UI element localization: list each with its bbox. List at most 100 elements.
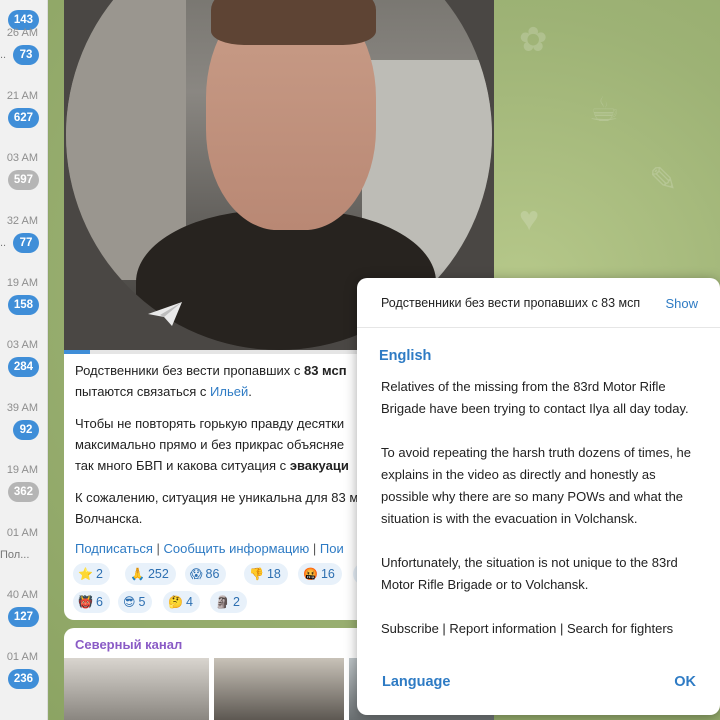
message-text-span: максимально прямо и без прикрас объясняе <box>75 437 345 452</box>
translation-popup: Родственники без вести пропавших с 83 мс… <box>357 278 720 715</box>
message-text-span: . <box>248 384 252 399</box>
doodle-icon: ✎ <box>649 161 678 199</box>
media-thumbnail[interactable] <box>64 658 209 720</box>
chat-time: 01 AM <box>6 527 38 539</box>
search-link[interactable]: Пои <box>320 541 344 556</box>
chat-preview: Пол... <box>0 549 30 561</box>
chat-time: 21 AM <box>6 90 38 102</box>
chat-list-item[interactable]: 19 AM 158 <box>0 277 47 339</box>
chat-list: 143 26 AM.. 73 21 AM 627 03 AM 597 32 AM.. 77 19 … <box>0 0 48 720</box>
ok-button[interactable]: OK <box>674 674 696 690</box>
chat-list-item[interactable]: 19 AM 362 <box>0 464 47 526</box>
translated-paragraph: To avoid repeating the harsh truth dozen… <box>381 445 692 526</box>
message-text-span: пытаются связаться с <box>75 384 211 399</box>
doodle-icon: ☕ <box>589 91 620 129</box>
unread-badge: 92 <box>13 420 39 440</box>
chat-time: 03 AM <box>6 339 38 351</box>
reaction-chip[interactable]: 😱 86 <box>185 563 227 585</box>
chat-time: 32 AM <box>6 215 38 227</box>
translated-links: Subscribe | Report information | Search … <box>381 621 674 636</box>
reaction-emoji-icon: 👹 <box>78 595 93 609</box>
chat-preview: .. <box>0 49 7 61</box>
unread-badge: 73 <box>13 45 39 65</box>
reaction-count: 18 <box>266 567 281 581</box>
chat-time: 03 AM <box>6 152 38 164</box>
message-text-span: Родственники без вести пропавших с <box>75 363 304 378</box>
target-language-label: English <box>379 348 432 364</box>
chat-time: 26 AM <box>6 27 38 39</box>
reaction-chip[interactable]: 🙏 252 <box>125 563 176 585</box>
chat-list-item[interactable]: 03 AM 597 <box>0 152 47 214</box>
subscribe-link[interactable]: Подписаться <box>75 541 153 556</box>
unread-badge: 627 <box>7 108 39 128</box>
reaction-emoji-icon: 😱 <box>190 567 203 581</box>
unread-badge: 77 <box>13 233 39 253</box>
video-progress-fill <box>64 350 90 354</box>
reaction-chip[interactable]: 😎 5 <box>118 591 153 613</box>
unread-badge: 362 <box>7 482 39 502</box>
media-thumbnail[interactable] <box>214 658 344 720</box>
translated-paragraph: Unfortunately, the situation is not uniq… <box>381 555 678 592</box>
reaction-count: 86 <box>205 567 220 581</box>
chat-time: 19 AM <box>6 277 38 289</box>
unread-badge: 284 <box>7 357 39 377</box>
translated-text: Relatives of the missing from the 83rd M… <box>381 376 706 662</box>
reaction-emoji-icon: ⭐ <box>78 567 93 581</box>
chat-list-item[interactable]: 26 AM.. 73 <box>0 27 47 89</box>
reaction-count: 2 <box>95 567 103 581</box>
language-button[interactable]: Language <box>382 674 450 690</box>
reaction-chip[interactable]: 🤔 4 <box>163 591 200 613</box>
message-bold-span: 83 мсп <box>303 363 347 378</box>
message-links: Подписаться | Сообщить информацию | Пои <box>75 541 344 556</box>
chat-list-item[interactable]: 03 AM 284 <box>0 339 47 401</box>
chat-list-item[interactable]: 32 AM.. 77 <box>0 215 47 277</box>
unread-badge: 127 <box>7 607 39 627</box>
reaction-count: 5 <box>138 595 146 609</box>
chat-list-item[interactable]: 21 AM 627 <box>0 90 47 152</box>
reaction-emoji-icon: 🗿 <box>215 595 230 609</box>
reaction-chip[interactable]: 👹 6 <box>73 591 110 613</box>
chat-list-item[interactable]: 40 AM 127 <box>0 589 47 651</box>
message-text-span: К сожалению, ситуация не уникальна для 8… <box>75 490 359 505</box>
reaction-emoji-icon: 😎 <box>123 595 136 609</box>
reaction-chip[interactable]: 🤬 16 <box>298 563 342 585</box>
unread-badge: 236 <box>7 669 39 689</box>
original-text-preview: Родственники без вести пропавших с 83 мс… <box>381 296 641 310</box>
reaction-count: 16 <box>320 567 335 581</box>
reaction-emoji-icon: 🙏 <box>130 567 145 581</box>
link-separator: | <box>152 541 164 556</box>
link-separator: | <box>309 541 320 556</box>
show-original-button[interactable]: Show <box>665 296 698 311</box>
person-hair <box>211 0 376 45</box>
unread-badge: 158 <box>7 295 39 315</box>
doodle-icon: ♥ <box>519 200 540 238</box>
doodle-icon: ✿ <box>519 21 548 59</box>
reaction-chip[interactable]: ⭐ 2 <box>73 563 110 585</box>
reaction-count: 4 <box>185 595 193 609</box>
report-info-link[interactable]: Сообщить информацию <box>164 541 310 556</box>
reaction-count: 2 <box>232 595 240 609</box>
chat-time: 39 AM <box>6 402 38 414</box>
chat-preview: .. <box>0 237 7 249</box>
popup-footer: Language OK <box>357 672 720 702</box>
reaction-chip[interactable]: 👎 18 <box>244 563 288 585</box>
chat-list-item[interactable]: 01 AM 236 <box>0 651 47 713</box>
mention-link[interactable]: Ильей <box>210 384 248 399</box>
message-text-span: Волчанска. <box>75 511 143 526</box>
reaction-count: 252 <box>147 567 169 581</box>
message-text-span: Чтобы не повторять горькую правду десятк… <box>75 416 345 431</box>
chat-time: 01 AM <box>6 651 38 663</box>
reaction-emoji-icon: 🤔 <box>168 595 183 609</box>
unread-badge: 597 <box>7 170 39 190</box>
reaction-chip[interactable]: 🗿 2 <box>210 591 247 613</box>
reaction-count: 6 <box>95 595 103 609</box>
popup-header: Родственники без вести пропавших с 83 мс… <box>357 278 720 328</box>
channel-name[interactable]: Северный канал <box>75 637 182 652</box>
chat-time: 19 AM <box>6 464 38 476</box>
chat-time: 40 AM <box>6 589 38 601</box>
reaction-emoji-icon: 🤬 <box>303 567 318 581</box>
chat-list-item[interactable]: 39 AM 92 <box>0 402 47 464</box>
reaction-emoji-icon: 👎 <box>249 567 264 581</box>
chat-list-item[interactable]: 01 AM Пол... <box>0 527 47 589</box>
translated-paragraph: Relatives of the missing from the 83rd M… <box>381 379 689 416</box>
